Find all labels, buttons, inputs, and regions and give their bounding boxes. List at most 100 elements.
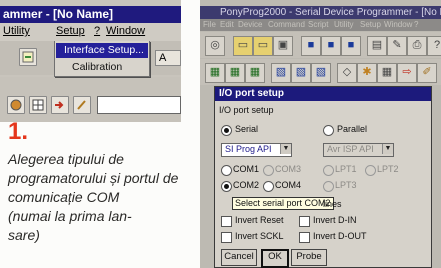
menu-utility[interactable]: Utility <box>334 19 354 31</box>
com2-label: COM2 <box>233 180 260 190</box>
lpt3-radio[interactable] <box>323 181 334 192</box>
group-label: I/O port setup <box>219 105 274 115</box>
left-screenshot: ammer - [No Name] Utility Setup ? Window… <box>0 0 181 122</box>
chevron-down-icon: ▼ <box>280 144 291 154</box>
reload-icon[interactable]: ▤ <box>367 36 387 56</box>
parallel-radio[interactable] <box>323 125 334 136</box>
arrow-icon[interactable]: ⇨ <box>397 63 417 83</box>
probe-button[interactable]: Probe <box>291 249 327 266</box>
invert-din-label: Invert D-IN <box>313 215 357 225</box>
grid-icon[interactable]: ▦ <box>377 63 397 83</box>
arrow-icon[interactable] <box>51 96 69 114</box>
lpt3-label: LPT3 <box>335 180 357 190</box>
com4-label: COM4 <box>275 180 302 190</box>
serial-combo-value: SI Prog API <box>225 144 272 154</box>
verify-icon[interactable]: ▦ <box>245 63 265 83</box>
menu-help[interactable]: ? <box>94 25 100 37</box>
lpt1-label: LPT1 <box>335 164 357 174</box>
menu-setup[interactable]: Setup <box>360 19 381 31</box>
caption-line-1: Alegerea tipului de <box>8 151 124 167</box>
serial-label: Serial <box>235 124 259 134</box>
invert-dout-label: Invert D-OUT <box>313 231 367 241</box>
read-icon[interactable]: ▦ <box>205 63 225 83</box>
serial-radio[interactable] <box>221 125 232 136</box>
caption-line-3: comunicație COM <box>8 189 120 205</box>
menu-window[interactable]: Window <box>106 25 145 37</box>
open-data-icon[interactable]: ▭ <box>253 36 273 56</box>
menu-file[interactable]: File <box>203 19 216 31</box>
edit-icon[interactable]: ✎ <box>387 36 407 56</box>
chevron-down-icon: ▼ <box>382 144 393 154</box>
write-icon[interactable]: ▦ <box>225 63 245 83</box>
dialog-title: I/O port setup <box>215 87 431 101</box>
right-screenshot: PonyProg2000 - Serial Device Programmer … <box>200 0 441 268</box>
read-all-icon[interactable]: ▧ <box>271 63 291 83</box>
save-data-icon[interactable]: ■ <box>321 36 341 56</box>
parallel-label: Parallel <box>337 124 368 134</box>
lpt2-radio[interactable] <box>365 165 376 176</box>
menu-bar: File Edit Device Command Script Utility … <box>200 19 441 31</box>
side-box: A <box>155 50 181 66</box>
lpt2-label: LPT2 <box>377 164 399 174</box>
invert-sckl-label: Invert SCKL <box>235 231 284 241</box>
invert-reset-checkbox[interactable] <box>221 216 232 227</box>
menu-device[interactable]: Device <box>238 19 262 31</box>
cancel-button[interactable]: Cancel <box>221 249 257 266</box>
config-icon[interactable]: ✱ <box>357 63 377 83</box>
device-icon[interactable]: ◎ <box>205 36 225 56</box>
io-port-setup-dialog: I/O port setup I/O port setup Serial Par… <box>214 86 432 268</box>
caption-line-2: programatorului și portul de <box>8 170 179 186</box>
invert-din-checkbox[interactable] <box>299 216 310 227</box>
parallel-interface-combo[interactable]: Avr ISP API ▼ <box>323 143 394 157</box>
save-icon[interactable]: ▣ <box>273 36 293 56</box>
open-icon[interactable]: ▭ <box>233 36 253 56</box>
menu-window[interactable]: Window <box>384 19 412 31</box>
tooltip: Select serial port COM2 <box>232 197 334 210</box>
com1-label: COM1 <box>233 164 260 174</box>
toolbar-row-2: ▦ ▦ ▦ ▧ ▧ ▧ ◇ ✱ ▦ ⇨ ✐ <box>200 59 441 85</box>
save-all-icon[interactable]: ■ <box>301 36 321 56</box>
com3-radio[interactable] <box>263 165 274 176</box>
window-title: ammer - [No Name] <box>0 6 181 23</box>
step-caption: Alegerea tipului de programatorului și p… <box>8 150 186 245</box>
menu-item-calibration[interactable]: Calibration <box>56 60 148 74</box>
save-prog-icon[interactable]: ■ <box>341 36 361 56</box>
com3-label: COM3 <box>275 164 302 174</box>
com2-radio[interactable] <box>221 181 232 192</box>
menu-item-interface-setup[interactable]: Interface Setup... <box>56 43 148 58</box>
invert-reset-label: Invert Reset <box>235 215 284 225</box>
toolbar-row-1: ◎ ▭ ▭ ▣ ■ ■ ■ ▤ ✎ ⎙ ? <box>200 32 441 58</box>
script-icon[interactable]: ✐ <box>417 63 437 83</box>
caption-line-5: sare) <box>8 227 40 243</box>
invert-sckl-checkbox[interactable] <box>221 232 232 243</box>
device-icon[interactable] <box>7 96 25 114</box>
parallel-combo-value: Avr ISP API <box>327 144 374 154</box>
serial-interface-combo[interactable]: SI Prog API ▼ <box>221 143 292 157</box>
caption-line-4: (numai la prima lan- <box>8 208 132 224</box>
ok-button[interactable]: OK <box>261 249 289 268</box>
com1-radio[interactable] <box>221 165 232 176</box>
com4-radio[interactable] <box>263 181 274 192</box>
lpt1-radio[interactable] <box>323 165 334 176</box>
setup-dropdown: Interface Setup... Calibration <box>54 41 150 77</box>
write-all-icon[interactable]: ▧ <box>291 63 311 83</box>
menu-utility[interactable]: Utility <box>3 25 30 37</box>
erase-icon[interactable]: ◇ <box>337 63 357 83</box>
verify-all-icon[interactable]: ▧ <box>311 63 331 83</box>
grid-icon[interactable] <box>29 96 47 114</box>
menu-help[interactable]: ? <box>414 19 418 31</box>
menu-command[interactable]: Command <box>268 19 305 31</box>
invert-dout-checkbox[interactable] <box>299 232 310 243</box>
lines-label: lines <box>323 199 342 209</box>
menu-script[interactable]: Script <box>308 19 328 31</box>
step-number: 1. <box>8 118 29 145</box>
address-field[interactable] <box>97 96 181 114</box>
menu-bar: Utility Setup ? Window <box>0 23 181 41</box>
print-icon[interactable]: ⎙ <box>407 36 427 56</box>
menu-edit[interactable]: Edit <box>220 19 234 31</box>
window-title: PonyProg2000 - Serial Device Programmer … <box>200 6 441 19</box>
menu-setup[interactable]: Setup <box>56 25 85 37</box>
edit-icon[interactable] <box>73 96 91 114</box>
refresh-icon[interactable] <box>19 48 37 66</box>
help-icon[interactable]: ? <box>427 36 441 56</box>
